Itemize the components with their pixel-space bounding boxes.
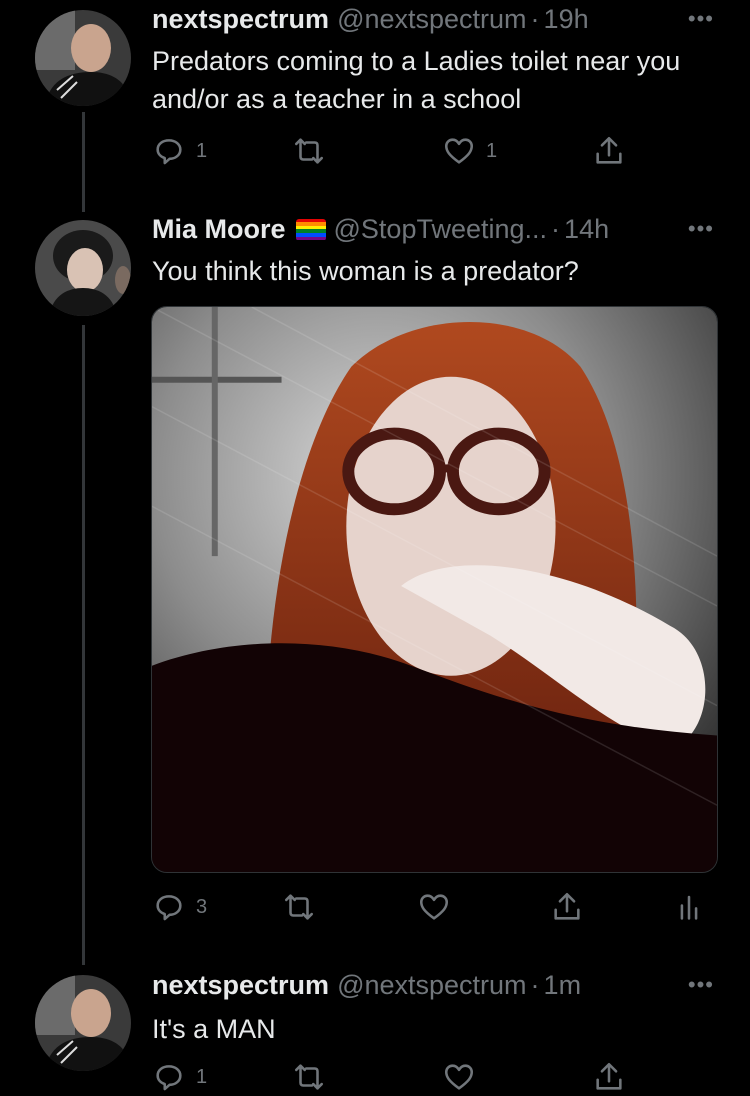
reply-button[interactable]: 3 xyxy=(152,890,207,924)
share-button[interactable] xyxy=(550,890,584,924)
tweet-3-header: nextspectrum @nextspectrum · 1m xyxy=(152,970,581,1001)
tweet-1-actions: 1 1 xyxy=(152,134,720,174)
separator: · xyxy=(551,214,561,244)
retweet-button[interactable] xyxy=(282,890,316,924)
reply-button[interactable]: 1 xyxy=(152,134,207,168)
timestamp[interactable]: 14h xyxy=(564,214,609,245)
thread-line-1 xyxy=(82,112,85,212)
handle[interactable]: @StopTweeting... xyxy=(334,214,548,245)
tweet-text: You think this woman is a predator? xyxy=(152,256,579,286)
tweet-photo[interactable] xyxy=(151,306,718,873)
analytics-icon xyxy=(680,895,698,920)
reply-icon xyxy=(156,139,182,165)
tweet-2-actions: 3 xyxy=(152,890,720,930)
reply-count: 1 xyxy=(196,1065,208,1088)
tweet-2-header: Mia Moore @StopTweeting... · 14h xyxy=(152,214,609,245)
display-name[interactable]: Mia Moore xyxy=(152,214,286,245)
share-button[interactable] xyxy=(592,134,626,168)
avatar-nextspectrum[interactable] xyxy=(35,10,131,106)
retweet-button[interactable] xyxy=(292,134,326,168)
display-name[interactable]: nextspectrum xyxy=(152,970,329,1001)
retweet-button[interactable] xyxy=(292,1060,326,1094)
like-icon xyxy=(444,138,474,164)
separator: · xyxy=(530,970,540,1000)
reply-count: 3 xyxy=(196,895,208,918)
share-icon xyxy=(554,892,580,920)
more-icon[interactable]: ••• xyxy=(688,6,714,32)
like-icon xyxy=(444,1064,474,1090)
share-icon xyxy=(596,136,622,164)
share-icon xyxy=(596,1062,622,1090)
tweet-text: Predators coming to a Ladies toilet near… xyxy=(152,46,681,114)
like-button[interactable]: 1 xyxy=(442,134,497,168)
analytics-button[interactable] xyxy=(672,890,706,924)
display-name[interactable]: nextspectrum xyxy=(152,4,329,35)
handle[interactable]: @nextspectrum xyxy=(337,970,526,1001)
like-button[interactable] xyxy=(417,890,451,924)
reply-button[interactable]: 1 xyxy=(152,1060,207,1094)
timestamp[interactable]: 19h xyxy=(544,4,589,35)
tweet-1-header: nextspectrum @nextspectrum · 19h xyxy=(152,4,589,35)
avatar-nextspectrum[interactable] xyxy=(35,975,131,1071)
like-count: 1 xyxy=(486,139,498,162)
reply-icon xyxy=(156,1065,182,1091)
like-button[interactable] xyxy=(442,1060,476,1094)
avatar-mia-moore[interactable] xyxy=(35,220,131,316)
thread-line-2 xyxy=(82,325,85,965)
reply-icon xyxy=(156,895,182,921)
like-icon xyxy=(419,894,449,920)
reply-count: 1 xyxy=(196,139,208,162)
separator: · xyxy=(530,4,540,34)
rainbow-flag-icon xyxy=(295,218,326,241)
more-icon[interactable]: ••• xyxy=(688,216,714,242)
retweet-icon xyxy=(294,1064,324,1090)
handle[interactable]: @nextspectrum xyxy=(337,4,526,35)
timestamp[interactable]: 1m xyxy=(544,970,582,1001)
tweet-text: It's a MAN xyxy=(152,1014,276,1044)
retweet-icon xyxy=(284,894,314,920)
retweet-icon xyxy=(294,138,324,164)
tweet-3-actions: 1 xyxy=(152,1060,720,1096)
share-button[interactable] xyxy=(592,1060,626,1094)
more-icon[interactable]: ••• xyxy=(688,972,714,998)
